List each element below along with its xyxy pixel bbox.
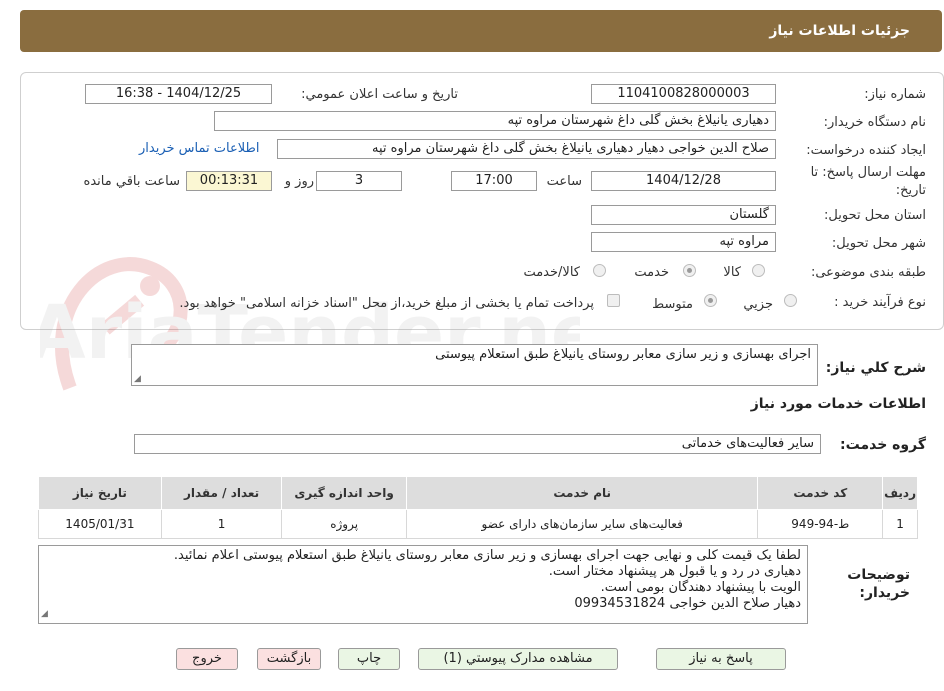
deadline-days-field: 3: [316, 171, 402, 191]
cell-unit: پروژه: [281, 509, 407, 539]
buyer-note-line: دهیاری در رد و یا قبول هر پیشنهاد مختار …: [548, 564, 801, 579]
description-text: اجرای بهسازی و زیر سازی معابر روستای یان…: [435, 347, 811, 362]
announce-datetime-field: 1404/12/25 - 16:38: [85, 84, 272, 104]
reply-button[interactable]: پاسخ به نیاز: [656, 648, 786, 670]
col-header-need-date: تاریخ نیاز: [38, 476, 162, 510]
days-label: روز و: [284, 174, 314, 189]
buyer-note-line: لطفا یک قیمت کلی و نهایی جهت اجرای بهساز…: [173, 548, 801, 563]
service-group-field: سایر فعالیت‌های خدماتی: [134, 434, 821, 454]
category-service-radio[interactable]: [683, 264, 696, 277]
buyer-org-label: نام دستگاه خریدار:: [823, 115, 926, 130]
cell-row-num: 1: [882, 509, 918, 539]
buyer-notes-label-2: خریدار:: [859, 585, 910, 601]
treasury-payment-note: پرداخت تمام یا بخشی از مبلغ خرید،از محل …: [179, 296, 594, 311]
services-section-title: اطلاعات خدمات مورد نياز: [750, 396, 926, 412]
process-label: نوع فرآیند خرید :: [834, 295, 926, 310]
process-medium-label: متوسط: [652, 297, 693, 312]
page-header: جزئیات اطلاعات نیاز: [20, 10, 942, 52]
services-table: ردیف کد خدمت نام خدمت واحد اندازه گیری ت…: [38, 476, 918, 539]
cell-service-name: فعالیت‌های سایر سازمان‌های دارای عضو: [405, 509, 759, 539]
buyer-contact-link[interactable]: اطلاعات تماس خریدار: [139, 141, 259, 156]
announce-datetime-label: تاریخ و ساعت اعلان عمومي:: [301, 87, 458, 102]
service-group-label: گروه خدمت:: [840, 437, 926, 453]
requester-field: صلاح الدین خواجی دهیار دهیاری یانیلاغ بخ…: [277, 139, 776, 159]
cell-quantity: 1: [160, 509, 283, 539]
print-button[interactable]: چاپ: [338, 648, 400, 670]
buyer-note-line: دهیار صلاح الدین خواجی 09934531824: [574, 596, 801, 611]
category-label: طبقه بندی موضوعی:: [810, 265, 926, 280]
category-goods-radio[interactable]: [752, 264, 765, 277]
description-label: شرح كلي نياز:: [825, 360, 926, 376]
cell-service-code: ط-94-949: [757, 509, 884, 539]
deadline-label-2: تاریخ:: [895, 183, 926, 198]
buyer-note-line: الویت با پیشنهاد دهندگان بومی است.: [600, 580, 801, 595]
category-both-radio[interactable]: [593, 264, 606, 277]
deadline-time-field: 17:00: [451, 171, 537, 191]
table-row: 1 ط-94-949 فعالیت‌های سایر سازمان‌های دا…: [38, 509, 918, 539]
requester-label: ایجاد کننده درخواست:: [806, 143, 926, 158]
resize-grip-icon: ◢: [134, 374, 141, 384]
remaining-label: ساعت باقي مانده: [83, 174, 180, 189]
treasury-payment-checkbox[interactable]: [607, 294, 620, 307]
need-number-label: شماره نیاز:: [864, 87, 926, 102]
buyer-notes-textarea: لطفا یک قیمت کلی و نهایی جهت اجرای بهساز…: [38, 545, 808, 624]
back-button[interactable]: بازگشت: [257, 648, 321, 670]
table-header-row: ردیف کد خدمت نام خدمت واحد اندازه گیری ت…: [38, 476, 918, 510]
col-header-unit: واحد اندازه گیری: [281, 476, 407, 510]
buyer-org-field: دهیاری یانیلاغ بخش گلی داغ شهرستان مراوه…: [214, 111, 776, 131]
category-service-label: خدمت: [634, 265, 669, 280]
col-header-row-num: ردیف: [882, 476, 918, 510]
col-header-quantity: تعداد / مقدار: [160, 476, 283, 510]
deadline-label: مهلت ارسال پاسخ: تا: [810, 165, 926, 180]
remaining-time-field: 00:13:31: [186, 171, 272, 191]
need-number-field: 1104100828000003: [591, 84, 776, 104]
col-header-service-name: نام خدمت: [405, 476, 759, 510]
province-field: گلستان: [591, 205, 776, 225]
exit-button[interactable]: خروج: [176, 648, 238, 670]
col-header-service-code: کد خدمت: [757, 476, 884, 510]
cell-need-date: 1405/01/31: [38, 509, 162, 539]
deadline-time-label: ساعت: [546, 174, 582, 189]
city-field: مراوه تپه: [591, 232, 776, 252]
deadline-date-field: 1404/12/28: [591, 171, 776, 191]
process-minor-label: جزيي: [743, 297, 773, 312]
page-title: جزئیات اطلاعات نیاز: [769, 23, 910, 39]
process-medium-radio[interactable]: [704, 294, 717, 307]
city-label: شهر محل تحویل:: [831, 236, 926, 251]
view-attachments-button[interactable]: مشاهده مدارک پیوستي (1): [418, 648, 618, 670]
resize-grip-icon: ◢: [41, 609, 48, 619]
province-label: استان محل تحویل:: [824, 208, 926, 223]
category-goods-label: کالا: [723, 265, 741, 280]
category-both-label: کالا/خدمت: [523, 265, 580, 280]
buyer-notes-label: توضیحات: [847, 567, 910, 583]
process-minor-radio[interactable]: [784, 294, 797, 307]
description-textarea: اجرای بهسازی و زیر سازی معابر روستای یان…: [131, 344, 818, 386]
